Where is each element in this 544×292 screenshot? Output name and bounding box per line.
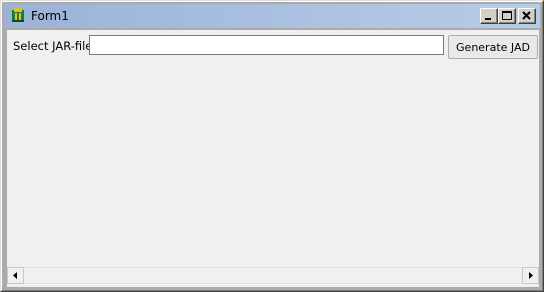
form-client-area: Select JAR-file Generate JAD: [7, 30, 539, 287]
app-window: Form1 Select JAR-file Generate JAD: [0, 0, 544, 292]
maximize-button[interactable]: [498, 8, 516, 24]
close-button[interactable]: [518, 8, 536, 24]
horizontal-scrollbar[interactable]: [7, 267, 539, 284]
jar-file-input[interactable]: [89, 35, 444, 55]
minimize-button[interactable]: [480, 8, 498, 24]
minimize-icon: [485, 18, 491, 20]
scroll-right-button[interactable]: [522, 267, 539, 284]
arrow-right-icon: [529, 272, 533, 279]
close-icon: [522, 11, 531, 20]
jar-file-label: Select JAR-file: [13, 39, 93, 53]
generate-jad-button[interactable]: Generate JAD: [448, 35, 538, 59]
app-icon[interactable]: [10, 7, 27, 24]
maximize-icon: [502, 11, 512, 20]
window-title: Form1: [31, 9, 69, 23]
title-bar[interactable]: Form1: [4, 4, 540, 28]
scroll-track[interactable]: [24, 267, 522, 284]
arrow-left-icon: [13, 272, 17, 279]
scroll-left-button[interactable]: [7, 267, 24, 284]
